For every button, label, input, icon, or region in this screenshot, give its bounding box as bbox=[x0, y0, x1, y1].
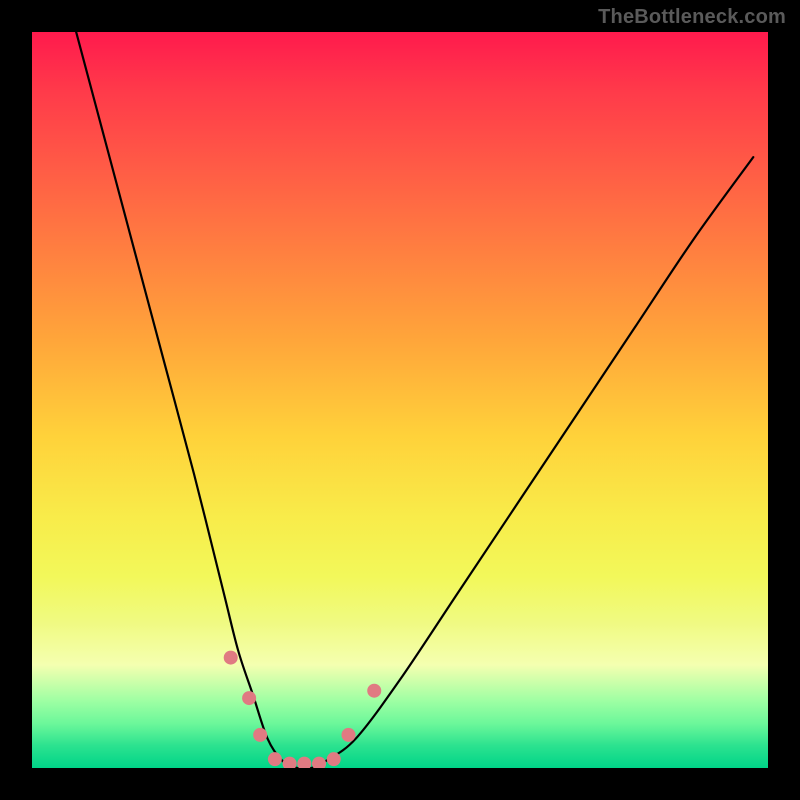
curve-marker bbox=[341, 728, 355, 742]
curve-marker bbox=[367, 684, 381, 698]
plot-area bbox=[32, 32, 768, 768]
bottleneck-curve bbox=[76, 32, 753, 768]
chart-frame: TheBottleneck.com bbox=[0, 0, 800, 800]
bottleneck-curve-svg bbox=[32, 32, 768, 768]
curve-markers bbox=[224, 651, 382, 768]
curve-marker bbox=[242, 691, 256, 705]
curve-marker bbox=[268, 752, 282, 766]
curve-marker bbox=[283, 757, 297, 768]
curve-layer bbox=[76, 32, 753, 768]
curve-marker bbox=[327, 752, 341, 766]
curve-marker bbox=[312, 757, 326, 768]
curve-marker bbox=[297, 757, 311, 768]
attribution-text: TheBottleneck.com bbox=[598, 6, 786, 29]
curve-marker bbox=[224, 651, 238, 665]
curve-marker bbox=[253, 728, 267, 742]
